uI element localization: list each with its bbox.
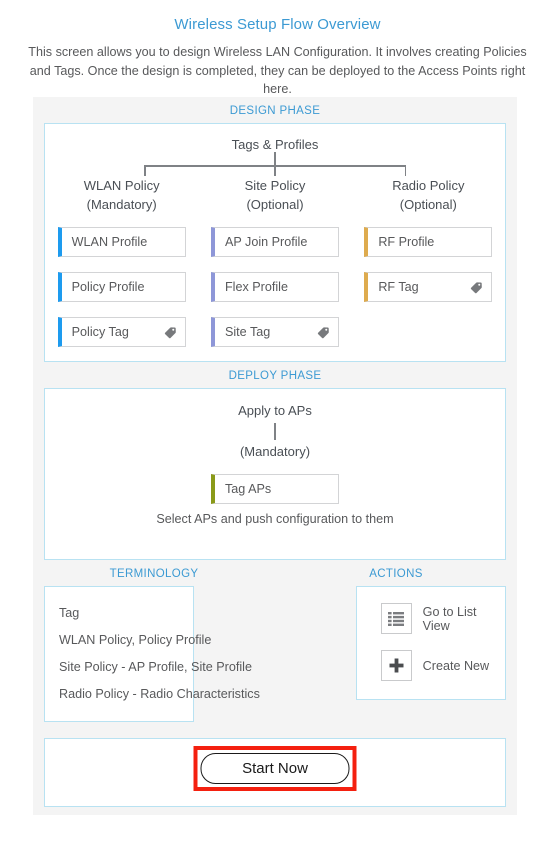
profile-button-cell: AP Join Profile [198, 227, 351, 257]
profile-button-cell [352, 317, 505, 347]
button-label: Tag APs [225, 482, 272, 496]
profile-button-row: WLAN Profile AP Join Profile RF Profile [45, 227, 505, 257]
actions-list: Go to List View Create New [357, 587, 505, 699]
column-subtitle: (Mandatory) [86, 197, 157, 212]
design-column-wlan-policy: WLAN Policy (Mandatory) [45, 176, 198, 214]
list-item: Site Policy - AP Profile, Site Profile [59, 660, 252, 674]
setup-flow-shell: DESIGN PHASE Tags & Profiles WLAN Policy… [33, 97, 517, 815]
list-item: WLAN Policy, Policy Profile [59, 633, 212, 647]
column-title: WLAN Policy [83, 178, 160, 193]
page-description: This screen allows you to design Wireles… [28, 45, 527, 96]
design-tree-root-label: Tags & Profiles [231, 137, 319, 152]
button-tag-aps[interactable]: Tag APs [211, 474, 339, 504]
start-panel: Start Now [44, 738, 506, 807]
deploy-root-label: Apply to APs [238, 403, 312, 418]
profile-button-cell: Flex Profile [198, 272, 351, 302]
button-ap-join-profile[interactable]: AP Join Profile [210, 227, 339, 257]
button-label: Policy Profile [71, 280, 145, 294]
profile-button-cell: RF Profile [352, 227, 505, 257]
terminology-column: Tag WLAN Policy, Policy Profile Site Pol… [33, 586, 260, 722]
button-policy-tag[interactable]: Policy Tag [57, 317, 186, 347]
terminology-heading: TERMINOLOGY [109, 568, 199, 580]
deploy-subtitle: (Mandatory) [239, 444, 311, 459]
design-column-site-policy: Site Policy (Optional) [198, 176, 351, 214]
profile-button-cell: RF Tag [352, 272, 505, 302]
list-item: Tag [59, 606, 80, 620]
profile-button-row: Policy Profile Flex Profile RF Tag [45, 272, 505, 302]
profile-button-row: Policy Tag Site Tag [45, 317, 505, 347]
design-phase-heading: DESIGN PHASE [229, 105, 321, 117]
start-now-button[interactable]: Start Now [200, 753, 350, 784]
button-site-tag[interactable]: Site Tag [210, 317, 339, 347]
button-label: Flex Profile [224, 280, 288, 294]
tag-icon [317, 326, 330, 339]
button-label: Site Tag [224, 325, 271, 339]
deploy-button-row: Tag APs [45, 459, 505, 504]
column-gap [194, 586, 355, 722]
profile-button-cell: Site Tag [198, 317, 351, 347]
list-item: Radio Policy - Radio Characteristics [59, 687, 260, 701]
deploy-phase-panel: Apply to APs (Mandatory) Tag APs Select … [44, 388, 506, 560]
design-profile-buttons: WLAN Profile AP Join Profile RF Profile [45, 214, 505, 361]
column-title: Radio Policy [392, 178, 465, 193]
start-now-highlight-annotation: Start Now [193, 746, 357, 791]
deploy-note: Select APs and push configuration to the… [156, 512, 394, 526]
tag-icon [164, 326, 177, 339]
button-policy-profile[interactable]: Policy Profile [57, 272, 186, 302]
button-label: RF Tag [378, 280, 419, 294]
column-title: Site Policy [244, 178, 306, 193]
profile-button-cell: WLAN Profile [45, 227, 198, 257]
page-title: Wireless Setup Flow Overview [174, 16, 381, 33]
terminology-actions-panels: Tag WLAN Policy, Policy Profile Site Pol… [33, 586, 517, 722]
tree-line-vertical-top [274, 152, 276, 166]
terminology-list: Tag WLAN Policy, Policy Profile Site Pol… [45, 587, 260, 721]
deploy-connector-line [274, 423, 276, 440]
button-label: RF Profile [378, 235, 435, 249]
button-wlan-profile[interactable]: WLAN Profile [57, 227, 186, 257]
button-label: AP Join Profile [224, 235, 308, 249]
design-tree-connectors [45, 152, 505, 176]
column-subtitle: (Optional) [246, 197, 304, 212]
actions-heading: ACTIONS [369, 568, 423, 580]
design-column-radio-policy: Radio Policy (Optional) [352, 176, 505, 214]
profile-button-cell: Policy Tag [45, 317, 198, 347]
plus-icon [380, 650, 412, 681]
tree-line-drop-right [404, 165, 406, 176]
list-view-icon [380, 603, 412, 634]
terminology-panel: Tag WLAN Policy, Policy Profile Site Pol… [44, 586, 260, 722]
design-columns: WLAN Policy (Mandatory) Site Policy (Opt… [45, 176, 505, 214]
button-label: Policy Tag [71, 325, 129, 339]
tree-line-drop-left [144, 165, 146, 176]
action-go-to-list-view[interactable]: Go to List View [380, 603, 505, 634]
button-rf-profile[interactable]: RF Profile [364, 227, 493, 257]
profile-button-cell: Policy Profile [45, 272, 198, 302]
button-rf-tag[interactable]: RF Tag [364, 272, 493, 302]
actions-panel: Go to List View Create New [355, 586, 506, 700]
tag-icon [470, 281, 483, 294]
action-label: Create New [422, 658, 490, 673]
action-create-new[interactable]: Create New [380, 650, 505, 681]
tree-line-drop-center [274, 165, 276, 176]
column-subtitle: (Optional) [399, 197, 457, 212]
action-label: Go to List View [422, 604, 477, 633]
design-phase-panel: Tags & Profiles WLAN Policy (Mandatory) … [44, 123, 506, 362]
deploy-phase-heading: DEPLOY PHASE [228, 370, 322, 382]
button-label: WLAN Profile [71, 235, 148, 249]
terminology-actions-headings: TERMINOLOGY ACTIONS [33, 560, 517, 586]
button-placeholder-empty [364, 317, 492, 347]
button-flex-profile[interactable]: Flex Profile [210, 272, 339, 302]
actions-column: Go to List View Create New [355, 586, 517, 722]
